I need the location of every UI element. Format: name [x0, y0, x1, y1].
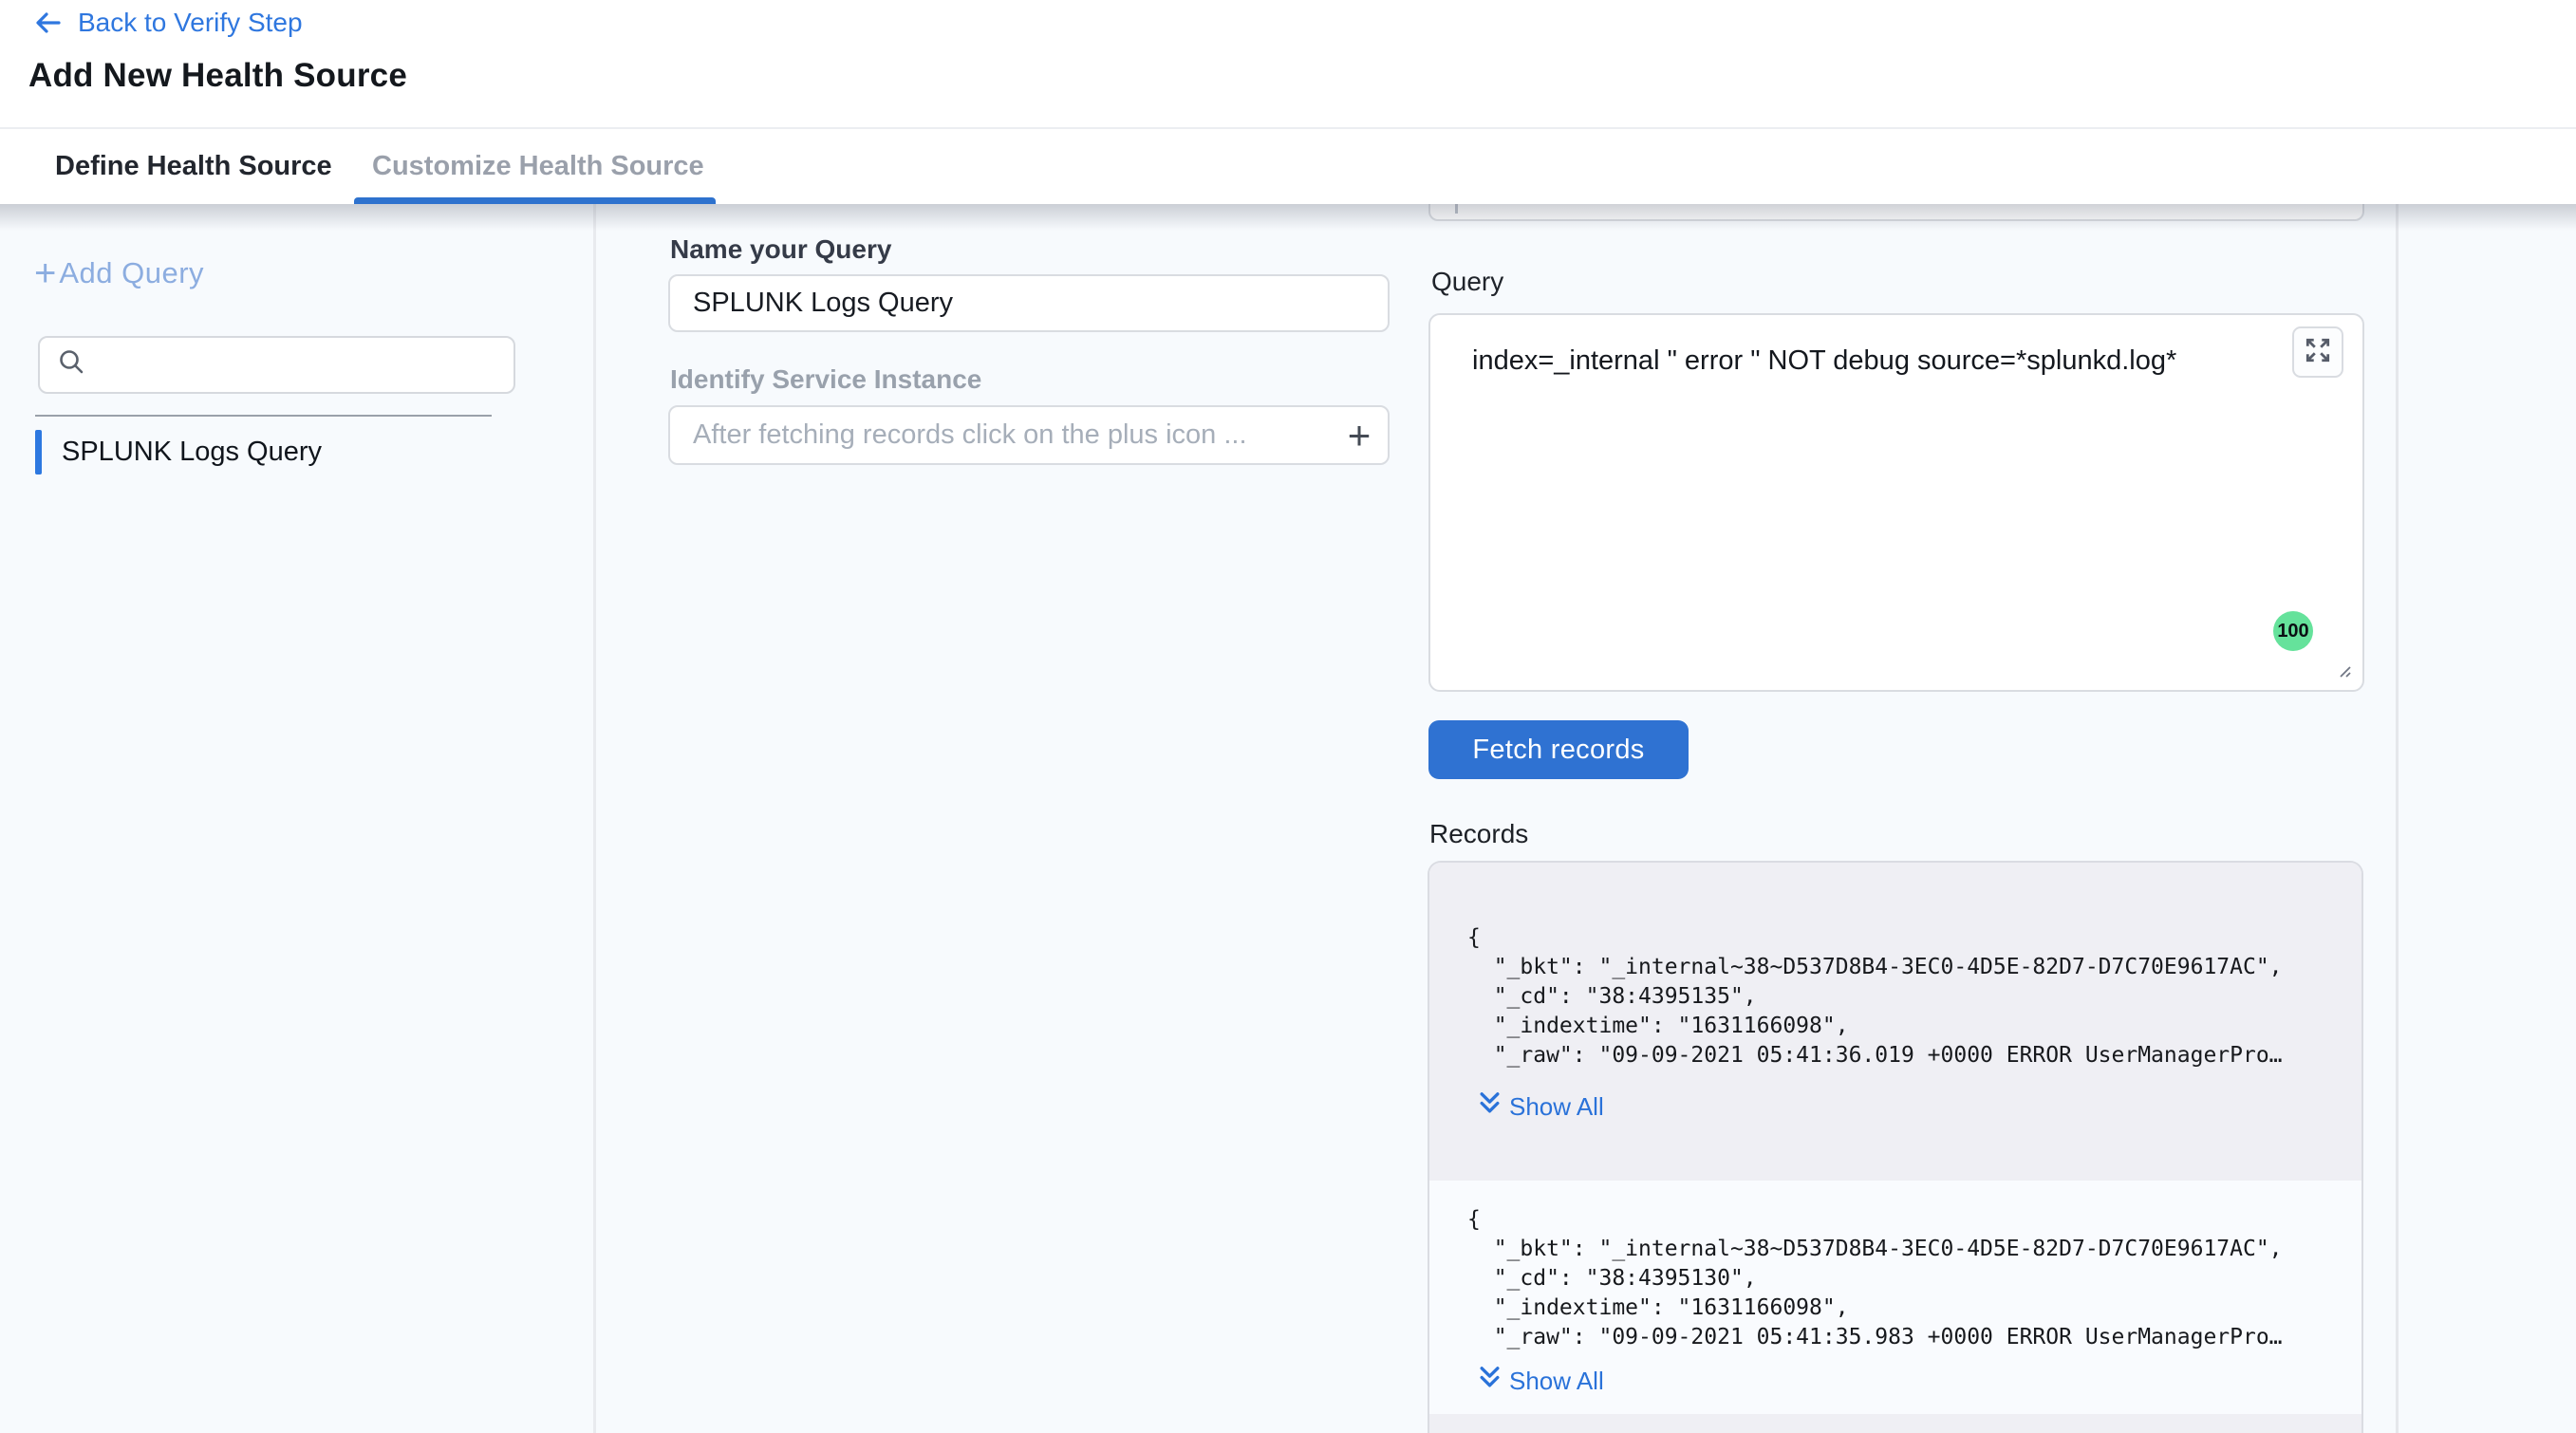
page-header: Back to Verify Step Add New Health Sourc…	[0, 0, 2576, 127]
query-search-box	[38, 336, 515, 394]
add-query-label: Add Query	[59, 256, 204, 290]
add-service-instance-button[interactable]: +	[1331, 407, 1388, 463]
back-to-verify-step-link[interactable]: Back to Verify Step	[32, 8, 303, 38]
record-json: { "_bkt": "_internal~38~D537D8B4-3EC0-4D…	[1467, 923, 2324, 1070]
app-window: Back to Verify Step Add New Health Sourc…	[0, 0, 2576, 1433]
add-query-button[interactable]: + Add Query	[34, 254, 204, 292]
plus-icon: +	[34, 254, 56, 292]
name-your-query-label: Name your Query	[670, 234, 891, 265]
back-arrow-icon	[32, 8, 63, 38]
back-link-label: Back to Verify Step	[78, 8, 303, 38]
plus-icon: +	[1348, 413, 1372, 458]
expand-query-button[interactable]	[2292, 326, 2343, 378]
query-textarea[interactable]: index=_internal " error " NOT debug sour…	[1428, 313, 2364, 692]
fullscreen-expand-icon	[2304, 336, 2332, 369]
tab-define-health-source[interactable]: Define Health Source	[55, 129, 332, 204]
sidebar-item-splunk-logs-query[interactable]: SPLUNK Logs Query	[35, 430, 567, 475]
record-count-badge: 100	[2273, 611, 2313, 651]
textarea-resize-handle[interactable]	[2332, 659, 2353, 684]
show-all-link[interactable]: Show All	[1479, 1091, 1604, 1122]
double-chevron-down-icon	[1479, 1091, 1501, 1122]
page-title: Add New Health Source	[28, 57, 407, 95]
content-area: + Add Query SPLUNK Logs Query Name your …	[0, 204, 2576, 1433]
record-row: { "_bkt": "_internal~38~D537D8B4-3EC0-4D…	[1429, 863, 2361, 1181]
record-json: { "_bkt": "_internal~38~D537D8B4-3EC0-4D…	[1467, 1205, 2324, 1352]
search-input[interactable]	[99, 350, 497, 381]
show-all-link[interactable]: Show All	[1479, 1366, 1604, 1396]
right-panel-divider	[2396, 204, 2399, 1433]
tab-customize-health-source[interactable]: Customize Health Source	[372, 129, 704, 204]
query-text: index=_internal " error " NOT debug sour…	[1472, 345, 2176, 377]
truncated-input[interactable]	[1428, 204, 2364, 221]
query-name-input[interactable]	[668, 274, 1390, 332]
sidebar-item-label: SPLUNK Logs Query	[62, 437, 322, 468]
double-chevron-down-icon	[1479, 1366, 1501, 1396]
records-label: Records	[1429, 819, 1528, 849]
service-instance-field: +	[668, 405, 1390, 465]
tab-bar: Define Health Source Customize Health So…	[0, 127, 2576, 204]
record-row: { "_bkt": "_internal~38~D537D8B4-3EC0-4D…	[1429, 1181, 2361, 1414]
active-tab-underline	[354, 197, 716, 204]
search-icon	[57, 347, 87, 382]
query-label: Query	[1431, 267, 1503, 297]
sidebar-list-divider	[35, 415, 492, 417]
identify-service-instance-label: Identify Service Instance	[670, 364, 981, 395]
records-container: { "_bkt": "_internal~38~D537D8B4-3EC0-4D…	[1428, 861, 2363, 1433]
fetch-records-button[interactable]: Fetch records	[1428, 720, 1689, 779]
service-instance-input[interactable]	[670, 407, 1331, 463]
selected-indicator-bar	[35, 430, 42, 475]
record-row-partial	[1429, 1414, 2361, 1433]
sidebar-divider	[593, 204, 596, 1433]
show-all-label: Show All	[1509, 1092, 1604, 1122]
show-all-label: Show All	[1509, 1367, 1604, 1396]
input-cursor-tick	[1455, 204, 1458, 214]
